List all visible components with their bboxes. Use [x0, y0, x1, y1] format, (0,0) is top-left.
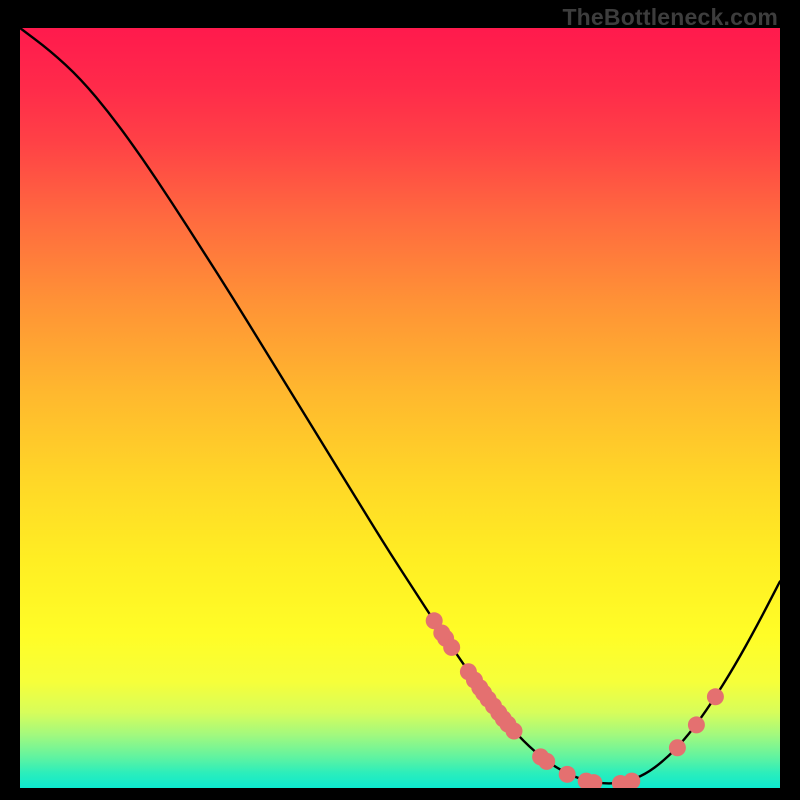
- data-marker: [623, 773, 640, 788]
- data-marker: [506, 723, 523, 740]
- chart-frame: [20, 28, 780, 788]
- data-marker: [443, 639, 460, 656]
- data-marker: [559, 766, 576, 783]
- data-marker: [538, 753, 555, 770]
- data-marker: [669, 739, 686, 756]
- data-marker: [707, 688, 724, 705]
- chart-svg: [20, 28, 780, 788]
- bottleneck-curve: [20, 28, 780, 783]
- data-markers: [426, 612, 724, 788]
- watermark-text: TheBottleneck.com: [562, 4, 778, 31]
- data-marker: [688, 716, 705, 733]
